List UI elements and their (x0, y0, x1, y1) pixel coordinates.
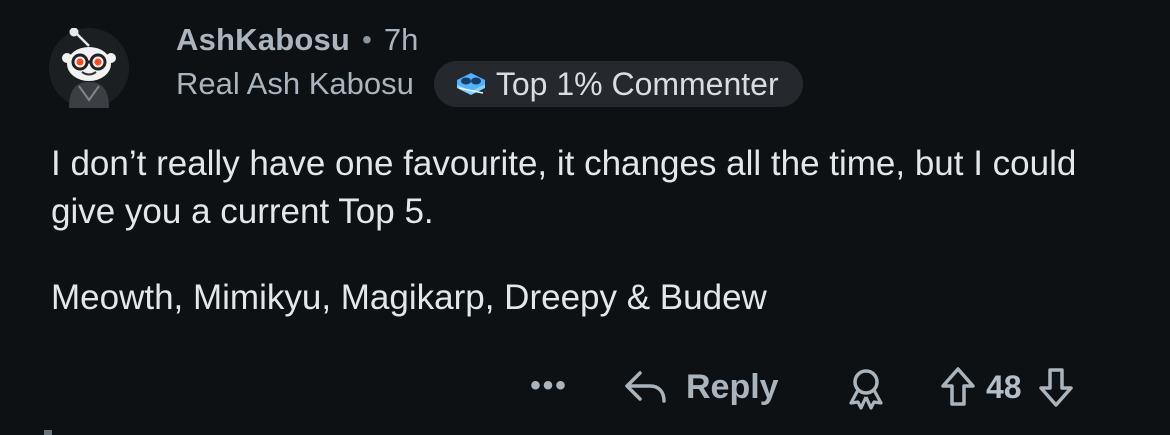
comment-meta: AshKabosu • 7h (176, 18, 418, 62)
reply-arrow-icon (625, 371, 666, 403)
meta-separator: • (362, 24, 372, 55)
avatar[interactable] (49, 28, 129, 108)
vote-group: 48 (938, 360, 1076, 414)
reply-button[interactable]: Reply (622, 360, 779, 414)
comment-paragraph: I don’t really have one favourite, it ch… (51, 144, 1077, 231)
upvote-icon[interactable] (938, 364, 978, 410)
award-icon (849, 369, 883, 410)
comment-paragraph: Meowth, Mimikyu, Magikarp, Dreepy & Bude… (51, 278, 767, 317)
user-flair-row: Real Ash Kabosu Top 1% Commenter (176, 60, 803, 108)
thread-line (44, 430, 52, 435)
comment-body: I don’t really have one favourite, it ch… (51, 140, 1131, 322)
downvote-icon[interactable] (1036, 364, 1076, 410)
commenter-badge-icon (456, 73, 485, 95)
comment-actions: ••• Reply 48 (0, 360, 1170, 414)
vote-count: 48 (986, 368, 1022, 405)
commenter-badge[interactable]: Top 1% Commenter (433, 61, 803, 107)
snoo-avatar-icon (49, 28, 129, 108)
award-button[interactable] (843, 365, 889, 411)
comment-age: 7h (383, 22, 419, 57)
badge-label: Top 1% Commenter (495, 65, 779, 102)
user-flair: Real Ash Kabosu (176, 66, 414, 101)
reply-label: Reply (686, 367, 779, 406)
username-link[interactable]: AshKabosu (176, 22, 350, 58)
more-options-button[interactable]: ••• (526, 368, 572, 404)
comment: AshKabosu • 7h Real Ash Kabosu Top 1% Co… (0, 0, 1170, 435)
